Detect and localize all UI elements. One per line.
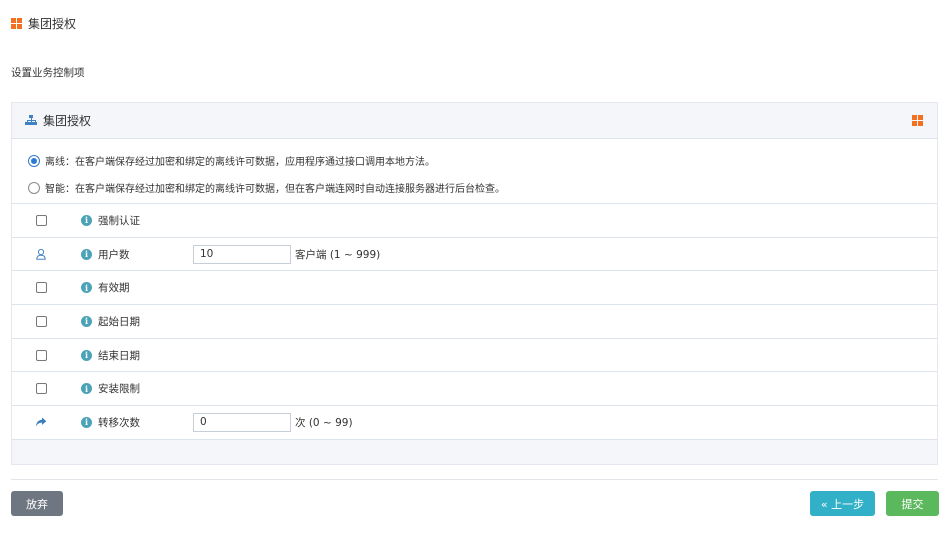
transfer-count-label: 转移次数 [98,416,140,429]
user-icon [35,248,47,260]
row-end-date: i 结束日期 [12,338,937,373]
group-authorization-panel: 集团授权 离线：在客户端保存经过加密和绑定的离线许可数据，应用程序通过接口调用本… [11,102,938,465]
row-force-auth: i 强制认证 [12,204,937,238]
install-limit-label: 安装限制 [98,383,140,396]
user-count-input[interactable] [193,244,291,264]
windows-logo-icon [11,17,22,29]
user-count-label: 用户数 [98,248,130,261]
end-date-checkbox[interactable] [35,349,47,361]
submit-button[interactable]: 提交 [886,491,939,516]
page-subtitle: 设置业务控制项 [11,67,85,79]
end-date-label: 结束日期 [98,349,140,362]
install-limit-checkbox[interactable] [35,383,47,395]
row-install-limit: i 安装限制 [12,372,937,407]
info-icon[interactable]: i [81,315,92,327]
org-chart-icon [25,115,37,126]
row-transfer-count: i 转移次数 次 (0 ~ 99) [12,406,937,440]
validity-checkbox[interactable] [35,282,47,294]
page-title: 集团授权 [28,16,77,31]
panel-title: 集团授权 [43,114,92,128]
windows-logo-icon[interactable] [912,115,923,126]
mode-offline-option[interactable]: 离线：在客户端保存经过加密和绑定的离线许可数据，应用程序通过接口调用本地方法。 [28,147,937,174]
mode-offline-label: 离线：在客户端保存经过加密和绑定的离线许可数据，应用程序通过接口调用本地方法。 [45,157,435,168]
panel-header: 集团授权 [12,103,937,139]
info-icon[interactable]: i [81,383,92,395]
info-icon[interactable]: i [81,282,92,294]
mode-smart-label: 智能：在客户端保存经过加密和绑定的离线许可数据，但在客户端连网时自动连接服务器进… [45,184,505,195]
user-count-range: 客户端 (1 ~ 999) [295,248,381,261]
mode-smart-option[interactable]: 智能：在客户端保存经过加密和绑定的离线许可数据，但在客户端连网时自动连接服务器进… [28,174,937,201]
footer-divider [11,479,938,480]
start-date-checkbox[interactable] [35,315,47,327]
validity-label: 有效期 [98,282,130,295]
info-icon[interactable]: i [81,349,92,361]
license-mode-group: 离线：在客户端保存经过加密和绑定的离线许可数据，应用程序通过接口调用本地方法。 … [12,139,937,204]
force-auth-label: 强制认证 [98,214,140,227]
info-icon[interactable]: i [81,416,92,428]
transfer-count-range: 次 (0 ~ 99) [295,416,353,429]
cancel-button[interactable]: 放弃 [11,491,63,516]
info-icon[interactable]: i [81,248,92,260]
mode-smart-radio[interactable] [28,181,40,194]
share-arrow-icon [35,416,47,428]
transfer-count-input[interactable] [193,412,291,432]
force-auth-checkbox[interactable] [35,214,47,226]
row-start-date: i 起始日期 [12,305,937,339]
mode-offline-radio[interactable] [28,154,40,167]
row-user-count: i 用户数 客户端 (1 ~ 999) [12,237,937,272]
previous-step-button[interactable]: « 上一步 [810,491,875,516]
row-validity: i 有效期 [12,271,937,306]
start-date-label: 起始日期 [98,315,140,328]
info-icon[interactable]: i [81,214,92,226]
page-header: 集团授权 [11,14,76,32]
